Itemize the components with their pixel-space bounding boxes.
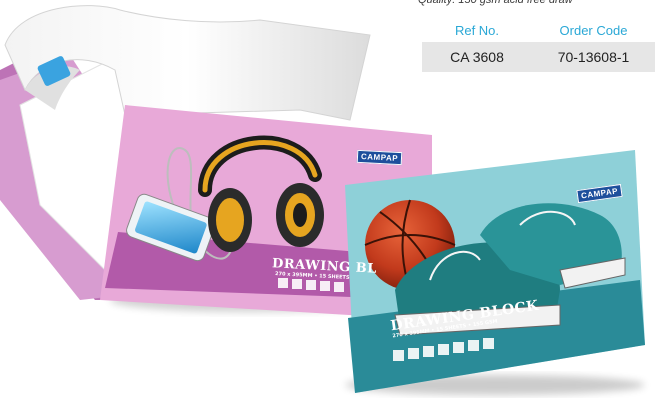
product-illustration: [0, 5, 645, 395]
pink-pad-brand-logo: CAMPAP: [356, 149, 403, 166]
